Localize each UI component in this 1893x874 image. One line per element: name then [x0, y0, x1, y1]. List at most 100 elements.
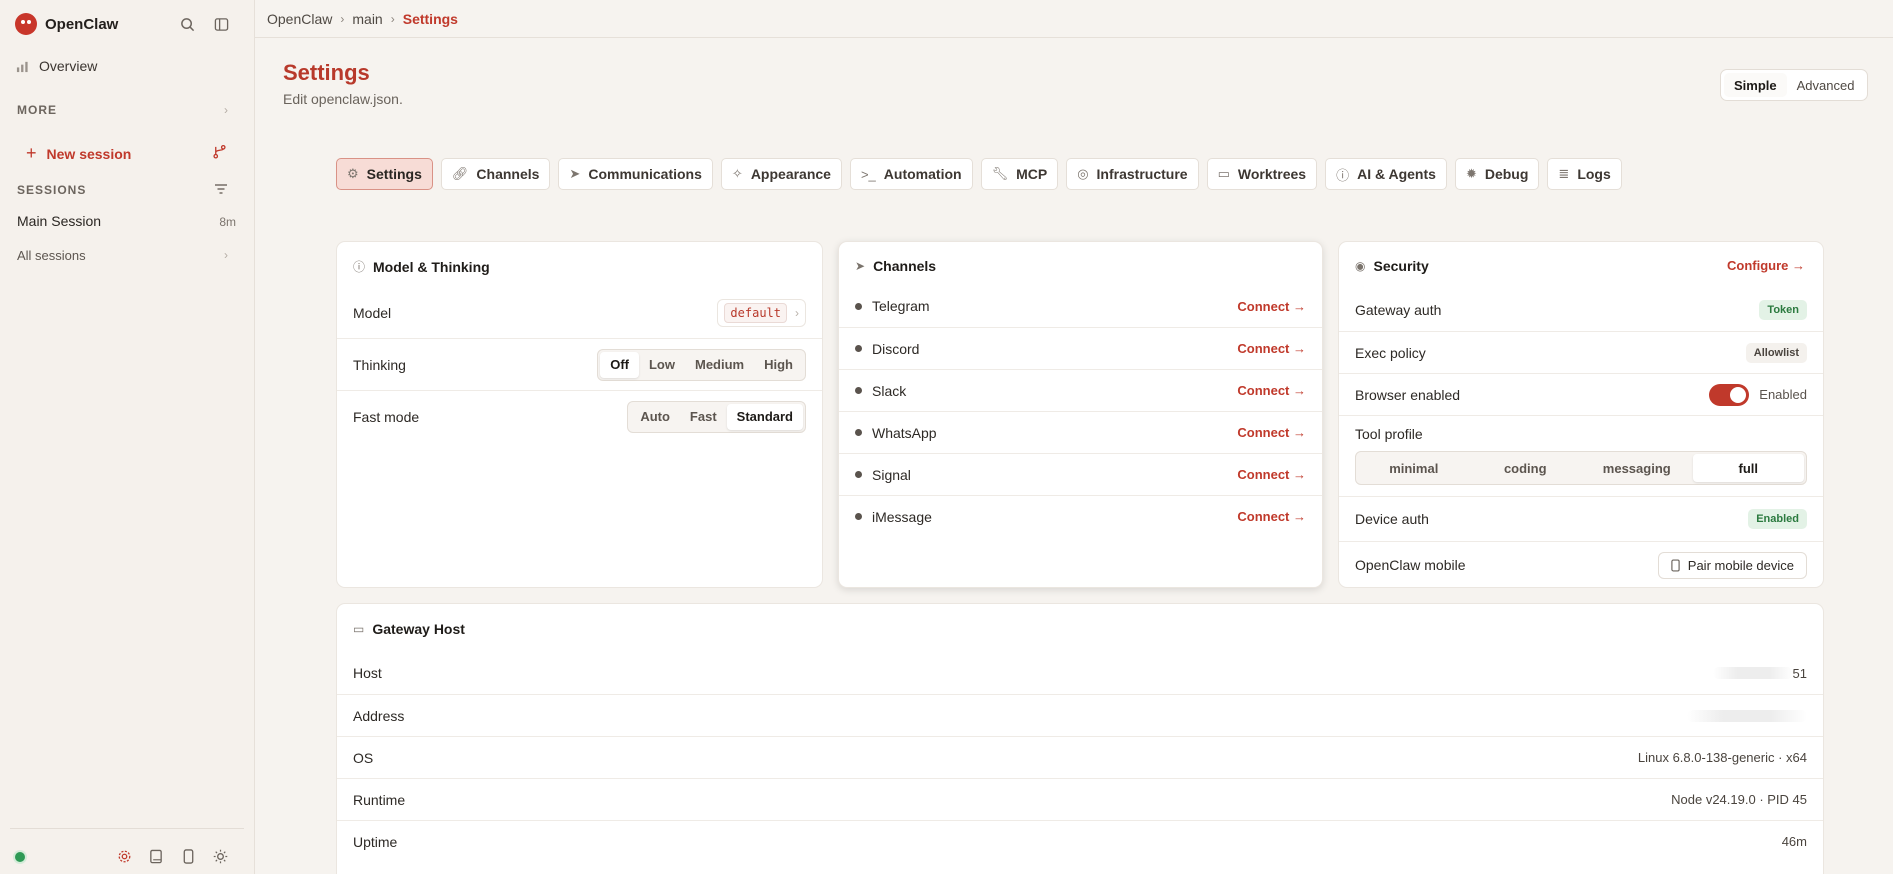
session-item[interactable]: Main Session	[17, 213, 101, 229]
tab-channels[interactable]: 🔗︎ Channels	[440, 158, 551, 190]
tab-label: Debug	[1484, 166, 1529, 182]
host-row-value: 46m	[1781, 834, 1807, 849]
connect-button[interactable]: Connect →	[1237, 425, 1306, 440]
host-row-value: Linux 6.8.0-138-generic · x64	[1637, 750, 1807, 765]
profile-option-full[interactable]: full	[1692, 454, 1804, 482]
search-icon[interactable]	[176, 13, 198, 35]
scroll-icon: ≣	[1558, 166, 1570, 181]
page-subtitle: Edit openclaw.json.	[283, 91, 403, 107]
exec-policy-badge: Allowlist	[1745, 342, 1807, 363]
book-icon[interactable]	[146, 846, 166, 866]
sidebar-divider	[10, 828, 244, 829]
browser-toggle[interactable]	[1709, 383, 1750, 406]
brand[interactable]: OpenClaw	[15, 13, 118, 35]
thinking-option-off[interactable]: Off	[600, 351, 639, 378]
breadcrumb-item[interactable]: OpenClaw	[267, 11, 332, 27]
thinking-option-high[interactable]: High	[754, 352, 803, 378]
tab-communications[interactable]: ➤ Communications	[558, 158, 713, 190]
tab-settings[interactable]: ⚙ Settings	[336, 158, 433, 190]
model-label: Model	[353, 305, 392, 321]
connect-button[interactable]: Connect →	[1237, 299, 1306, 314]
new-session-label: New session	[46, 145, 132, 162]
configure-link[interactable]: Configure →	[1727, 258, 1805, 273]
tab-logs[interactable]: ≣ Logs	[1547, 158, 1622, 190]
connect-button[interactable]: Connect →	[1237, 509, 1306, 524]
breadcrumb-item[interactable]: main	[352, 11, 382, 27]
sidebar: OpenClaw Overview MORE › + New session S…	[0, 0, 255, 874]
profile-option-messaging[interactable]: messaging	[1581, 454, 1693, 482]
connect-button[interactable]: Connect →	[1237, 467, 1306, 482]
tab-label: Automation	[883, 166, 962, 182]
channel-row: Discord Connect →	[839, 327, 1322, 369]
fast-option-fast[interactable]: Fast	[680, 404, 727, 430]
tab-ai-agents[interactable]: ⓘ AI & Agents	[1325, 158, 1447, 190]
channel-status-dot	[855, 387, 862, 394]
tab-label: AI & Agents	[1357, 166, 1436, 182]
profile-option-coding[interactable]: coding	[1470, 454, 1582, 482]
tab-label: Settings	[366, 166, 422, 182]
tab-debug[interactable]: ✹ Debug	[1454, 158, 1540, 190]
tab-automation[interactable]: >_ Automation	[849, 158, 973, 190]
tool-profile-row: Tool profile	[1339, 415, 1823, 451]
connect-button[interactable]: Connect →	[1237, 341, 1306, 356]
host-row: Uptime 46m	[337, 820, 1823, 862]
tab-appearance[interactable]: ✧ Appearance	[720, 158, 842, 190]
tab-infrastructure[interactable]: ◎ Infrastructure	[1066, 158, 1199, 190]
model-row: Model default ›	[337, 288, 822, 338]
channel-row: iMessage Connect →	[839, 495, 1322, 537]
channels-card: ➤ Channels Telegram Connect → Discord Conne…	[838, 241, 1323, 588]
mode-simple-button[interactable]: Simple	[1724, 73, 1787, 97]
model-select[interactable]: default ›	[717, 299, 806, 327]
tab-label: Logs	[1577, 166, 1611, 182]
browser-label: Browser enabled	[1355, 386, 1461, 403]
filter-icon[interactable]	[210, 178, 232, 200]
gateway-host-card: ▭ Gateway Host Host 51 Address OS Linux 6.8.…	[336, 603, 1824, 874]
profile-option-minimal[interactable]: minimal	[1358, 454, 1470, 482]
link-icon: 🔗︎	[451, 166, 469, 181]
tab-label: Worktrees	[1237, 166, 1307, 182]
sidebar-item-overview[interactable]: Overview	[16, 58, 97, 74]
host-row-label: Host	[353, 665, 382, 681]
chevron-right-icon[interactable]: ›	[224, 248, 228, 262]
all-sessions-link[interactable]: All sessions	[17, 248, 86, 263]
wrench-icon: 🔧︎	[991, 166, 1009, 181]
thinking-option-medium[interactable]: Medium	[685, 352, 754, 378]
app-name: OpenClaw	[45, 15, 119, 33]
thinking-selector: Off Low Medium High	[597, 348, 806, 381]
channel-row: Telegram Connect →	[839, 285, 1322, 327]
card-title: Model & Thinking	[373, 258, 490, 275]
settings-tabs: ⚙ Settings 🔗︎ Channels ➤ Communications ✧ Ap…	[336, 158, 1622, 190]
host-row-label: Runtime	[353, 791, 406, 808]
host-row: Host 51	[337, 652, 1823, 694]
thinking-option-low[interactable]: Low	[639, 352, 685, 378]
more-section-label[interactable]: MORE	[17, 103, 57, 117]
channel-name: iMessage	[872, 508, 932, 525]
chevron-right-icon[interactable]: ›	[224, 103, 228, 117]
tool-profile-label: Tool profile	[1355, 425, 1423, 442]
brain-icon: ⓘ	[1336, 167, 1350, 183]
security-card: ◉ Security Configure → Gateway auth Toke…	[1338, 241, 1824, 588]
channel-name: Signal	[872, 466, 911, 483]
mode-advanced-button[interactable]: Advanced	[1787, 73, 1865, 97]
tab-mcp[interactable]: 🔧︎ MCP	[980, 158, 1059, 190]
fast-option-auto[interactable]: Auto	[630, 404, 680, 430]
host-row-label: Address	[353, 707, 405, 724]
channel-name: Slack	[872, 382, 907, 399]
fast-option-standard[interactable]: Standard	[726, 403, 803, 430]
mobile-icon[interactable]	[178, 846, 198, 866]
branch-icon[interactable]	[208, 140, 230, 162]
settings-gear-icon[interactable]	[114, 846, 134, 866]
channel-status-dot	[855, 429, 862, 436]
tab-worktrees[interactable]: ▭ Worktrees	[1206, 158, 1318, 190]
pair-mobile-label: Pair mobile device	[1687, 557, 1794, 573]
device-auth-row: Device auth Enabled	[1339, 496, 1823, 541]
sun-icon[interactable]	[210, 846, 230, 866]
tab-label: Infrastructure	[1096, 166, 1188, 182]
collapse-sidebar-icon[interactable]	[210, 13, 232, 35]
openclaw-logo-icon	[15, 13, 37, 35]
new-session-button[interactable]: + New session	[26, 143, 131, 164]
host-row-label: Uptime	[353, 833, 398, 850]
connect-button[interactable]: Connect →	[1237, 383, 1306, 398]
page-title: Settings	[283, 60, 370, 85]
pair-mobile-button[interactable]: Pair mobile device	[1657, 551, 1807, 579]
